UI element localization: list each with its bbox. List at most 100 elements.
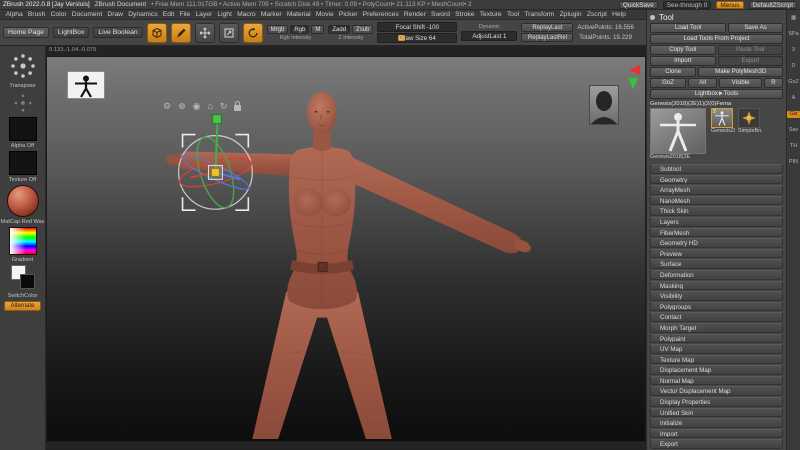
subpalette-header[interactable]: Polypaint: [650, 333, 783, 344]
make-polymesh3d-button[interactable]: Make PolyMesh3D: [698, 67, 783, 77]
alpha-thumbnail[interactable]: [8, 117, 37, 141]
pose-reference-thumbnail[interactable]: [67, 71, 105, 99]
load-tool-button[interactable]: Load Tool: [650, 23, 727, 33]
texture-thumbnail[interactable]: [8, 151, 37, 175]
quicksave-button[interactable]: QuickSave: [618, 0, 658, 9]
strip-shortcut[interactable]: D: [787, 63, 800, 70]
move-button[interactable]: [194, 22, 215, 43]
goz-r-button[interactable]: R: [764, 78, 783, 88]
menu-item[interactable]: Material: [284, 11, 313, 18]
subpalette-header[interactable]: Export: [650, 439, 783, 450]
subpalette-header[interactable]: Deformation: [650, 269, 783, 280]
see-through-slider[interactable]: See-through 0: [662, 0, 712, 9]
tool-slot-genesis[interactable]: 2: [711, 108, 733, 128]
zsub-button[interactable]: Zsub: [352, 24, 374, 34]
menu-item[interactable]: Layer: [193, 11, 215, 18]
subpalette-header[interactable]: Vector Displacement Map: [650, 386, 783, 397]
tool-slot-simplebrush[interactable]: [738, 108, 760, 128]
strip-shortcut[interactable]: Giz: [787, 111, 800, 118]
strip-shortcut[interactable]: GoZ: [787, 79, 800, 86]
draw-button[interactable]: [170, 22, 191, 43]
stroke-type-icon[interactable]: [11, 91, 35, 115]
menu-item[interactable]: Color: [48, 11, 69, 18]
gizmo-center-handle[interactable]: [210, 167, 220, 177]
menu-item[interactable]: Sword: [428, 11, 452, 18]
menu-item[interactable]: Zscript: [584, 11, 609, 18]
live-boolean-button[interactable]: Live Boolean: [93, 27, 143, 38]
secondary-color-swatch[interactable]: [19, 274, 35, 289]
menu-item[interactable]: Edit: [160, 11, 177, 18]
gizmo-handle-y[interactable]: [211, 114, 222, 125]
subpalette-header[interactable]: NanoMesh: [650, 195, 783, 206]
menus-button[interactable]: Menus: [716, 0, 744, 9]
subpalette-header[interactable]: Preview: [650, 248, 783, 259]
viewport-3d[interactable]: [47, 57, 645, 441]
dynamic-toggle[interactable]: Dynamic: [479, 24, 500, 30]
subpalette-header[interactable]: Display Properties: [650, 397, 783, 407]
strip-shortcut[interactable]: ▦: [787, 15, 800, 22]
menu-item[interactable]: Movie: [313, 11, 336, 18]
menu-item[interactable]: Draw: [105, 11, 126, 18]
menu-item[interactable]: Picker: [336, 11, 360, 18]
current-brush-icon[interactable]: [8, 51, 38, 81]
menu-item[interactable]: Marker: [258, 11, 284, 18]
edit-object-button[interactable]: [146, 22, 167, 43]
subpalette-header[interactable]: Texture Map: [650, 354, 783, 365]
alternate-button[interactable]: Alternate: [4, 301, 41, 311]
subpalette-header[interactable]: Visibility: [650, 291, 783, 301]
subpalette-header[interactable]: Displacement Map: [650, 365, 783, 375]
document-canvas[interactable]: ⚙ ⊕ ◉ ⌂ ↻: [46, 56, 646, 442]
canvas-icon[interactable]: ◉: [193, 101, 201, 111]
menu-item[interactable]: Texture: [477, 11, 504, 18]
strip-shortcut[interactable]: PIN: [787, 159, 800, 166]
rotate-button[interactable]: [242, 22, 263, 43]
menu-item[interactable]: Document: [69, 11, 105, 18]
canvas-icon[interactable]: ⚙: [163, 101, 171, 111]
subpalette-header[interactable]: Contact: [650, 312, 783, 322]
goz-all-button[interactable]: All: [688, 78, 718, 88]
copy-tool-button[interactable]: Copy Tool: [650, 45, 716, 55]
draw-size-slider[interactable]: Draw Size 64: [377, 33, 458, 43]
canvas-icon[interactable]: ⊕: [178, 101, 186, 111]
subpalette-header[interactable]: Layers: [650, 216, 783, 227]
material-thumbnail[interactable]: [6, 185, 39, 217]
subpalette-header[interactable]: Geometry: [650, 174, 783, 185]
axis-arrow-x[interactable]: [629, 65, 640, 75]
subpalette-header[interactable]: Initialize: [650, 418, 783, 428]
default-zscript-button[interactable]: DefaultZScript: [748, 0, 797, 9]
menu-item[interactable]: Brush: [25, 11, 48, 18]
switchcolor-label[interactable]: SwitchColor: [8, 293, 38, 299]
subpalette-header[interactable]: Morph Target: [650, 322, 783, 333]
subpalette-header[interactable]: Unified Skin: [650, 407, 783, 418]
menu-item[interactable]: Stroke: [453, 11, 478, 18]
menu-item[interactable]: Preferences: [360, 11, 401, 18]
axis-arrow-y[interactable]: [628, 78, 638, 89]
subpalette-header[interactable]: ArrayMesh: [650, 185, 783, 195]
lock-icon[interactable]: [234, 100, 242, 111]
lightbox-button[interactable]: LightBox: [52, 27, 90, 38]
subpalette-header[interactable]: Import: [650, 428, 783, 439]
color-picker[interactable]: [8, 227, 37, 255]
switchcolor-swatches[interactable]: [9, 265, 37, 291]
focal-shift-slider[interactable]: Focal Shift -100: [377, 22, 458, 32]
menu-item[interactable]: Macro: [234, 11, 258, 18]
scale-button[interactable]: [218, 22, 239, 43]
export-button[interactable]: Export: [717, 56, 783, 66]
subpalette-header[interactable]: UV Map: [650, 344, 783, 354]
z-intensity-label[interactable]: Z Intensity: [338, 35, 363, 41]
home-page-button[interactable]: Home Page: [3, 27, 49, 38]
adjust-last-slider[interactable]: AdjustLast 1: [461, 31, 518, 41]
menu-item[interactable]: Zplugin: [557, 11, 584, 18]
subpalette-header[interactable]: Masking: [650, 280, 783, 291]
mrgb-button[interactable]: Mrgb: [266, 24, 289, 34]
tool-palette-header[interactable]: Tool: [650, 12, 783, 23]
menu-item[interactable]: Render: [401, 11, 428, 18]
camera-head-thumbnail[interactable]: [589, 85, 619, 125]
subpalette-header[interactable]: Thick Skin: [650, 206, 783, 216]
menu-item[interactable]: Light: [215, 11, 235, 18]
subpalette-header[interactable]: FiberMesh: [650, 227, 783, 238]
gradient-label[interactable]: Gradient: [12, 257, 33, 263]
paste-tool-button[interactable]: Paste Tool: [717, 45, 783, 55]
menu-item[interactable]: Alpha: [3, 11, 25, 18]
rgb-button[interactable]: Rgb: [290, 24, 310, 34]
